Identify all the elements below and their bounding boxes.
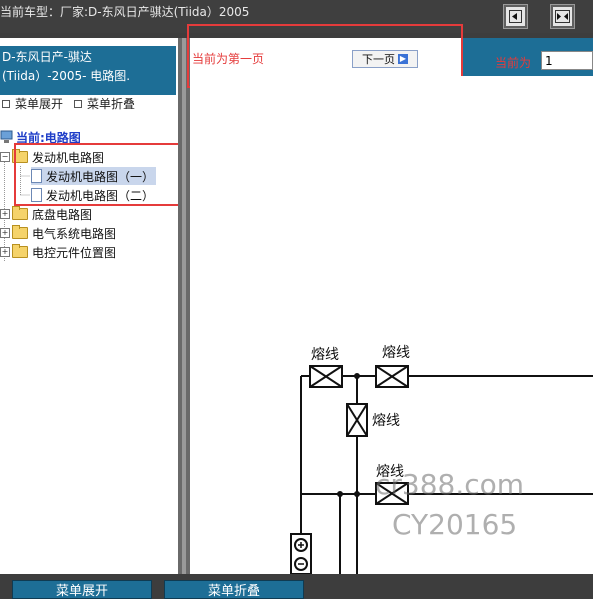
window-button-left[interactable]	[503, 4, 528, 29]
folder-icon	[12, 244, 28, 258]
tree-item-electrical[interactable]: + 电气系统电路图	[0, 224, 116, 242]
arrow-left-icon	[509, 10, 522, 23]
highlight-box-tree	[14, 143, 186, 206]
bottom-collapse-label: 菜单折叠	[207, 584, 260, 599]
tree-item-label: 电控元件位置图	[32, 245, 117, 260]
menu-controls: 菜单展开 菜单折叠	[0, 92, 178, 112]
fuse-label: 熔线	[382, 345, 410, 361]
tree-item-chassis[interactable]: + 底盘电路图	[0, 205, 92, 223]
tree-item-ecu-location[interactable]: + 电控元件位置图	[0, 243, 116, 261]
splitter-handle[interactable]	[182, 38, 186, 574]
tree-item-label: 底盘电路图	[32, 207, 93, 222]
window-button-collapse[interactable]	[550, 4, 575, 29]
fuse-label: 熔线	[372, 413, 400, 429]
tree-item-label: 电气系统电路图	[32, 226, 117, 241]
current-page-label: 当前为	[495, 56, 532, 70]
bottom-expand-label: 菜单展开	[55, 584, 108, 599]
plus-icon: +	[0, 209, 10, 219]
fuse-label: 熔线	[311, 347, 339, 363]
expand-menu-link[interactable]: 菜单展开	[0, 95, 63, 112]
minus-icon: −	[0, 152, 10, 162]
folder-icon	[12, 206, 28, 220]
square-icon	[2, 99, 10, 108]
model-header: D-东风日产-骐达(Tiida）-2005- 电路图.	[0, 46, 176, 95]
plus-icon: +	[0, 228, 10, 238]
circuit-diagram[interactable]: 熔线 熔线 熔线 熔线 cr388.com CY20165	[190, 76, 593, 574]
bottom-expand-button[interactable]: 菜单展开	[12, 580, 152, 599]
page-number-input[interactable]	[541, 51, 593, 70]
computer-icon	[0, 130, 13, 143]
collapse-menu-label: 菜单折叠	[87, 97, 136, 111]
collapse-menu-link[interactable]: 菜单折叠	[72, 95, 135, 112]
sidebar: D-东风日产-骐达(Tiida）-2005- 电路图. 菜单展开 菜单折叠 当前…	[0, 38, 186, 574]
square-icon	[74, 99, 82, 108]
watermark-site: cr388.com	[375, 468, 525, 501]
car-model-info: 当前车型：厂家:D-东风日产骐达(Tiida）2005	[0, 5, 250, 19]
watermark-id: CY20165	[392, 508, 518, 541]
folder-icon	[12, 225, 28, 239]
collapse-arrows-icon	[555, 10, 570, 23]
plus-icon: +	[0, 247, 10, 257]
bottom-collapse-button[interactable]: 菜单折叠	[164, 580, 304, 599]
expand-menu-label: 菜单展开	[15, 97, 64, 111]
